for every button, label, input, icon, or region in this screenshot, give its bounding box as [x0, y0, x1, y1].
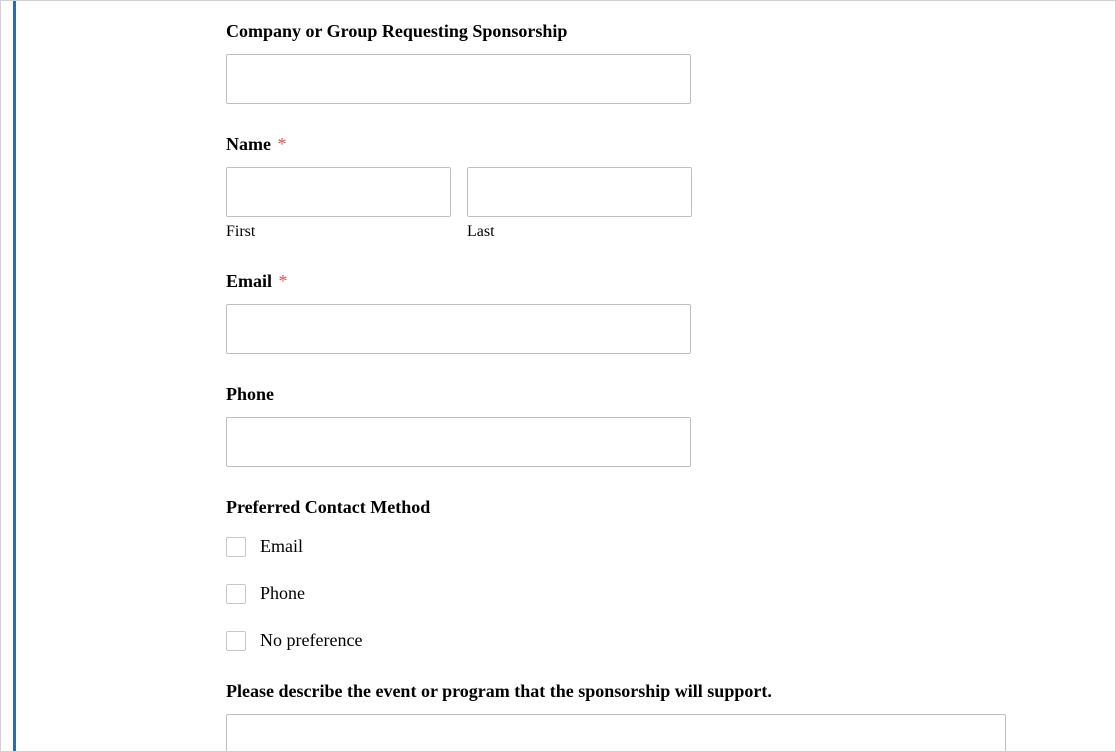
contact-option-email-label: Email — [260, 536, 303, 557]
company-field-group: Company or Group Requesting Sponsorship — [226, 21, 1075, 104]
describe-label: Please describe the event or program tha… — [226, 681, 1075, 702]
email-label: Email * — [226, 271, 1075, 292]
contact-option-email-row: Email — [226, 536, 1075, 557]
email-label-text: Email — [226, 271, 272, 291]
name-required-mark: * — [277, 134, 286, 154]
name-field-group: Name * First Last — [226, 134, 1075, 241]
company-input[interactable] — [226, 54, 691, 104]
form-container: Company or Group Requesting Sponsorship … — [0, 0, 1116, 752]
contact-option-nopref-row: No preference — [226, 630, 1075, 651]
first-name-col: First — [226, 167, 451, 241]
company-label: Company or Group Requesting Sponsorship — [226, 21, 1075, 42]
contact-method-label: Preferred Contact Method — [226, 497, 1075, 518]
last-name-input[interactable] — [467, 167, 692, 217]
first-name-sublabel: First — [226, 223, 451, 241]
phone-label: Phone — [226, 384, 1075, 405]
first-name-input[interactable] — [226, 167, 451, 217]
contact-option-phone-row: Phone — [226, 583, 1075, 604]
name-row: First Last — [226, 167, 1075, 241]
contact-option-nopref-label: No preference — [260, 630, 362, 651]
contact-option-phone-label: Phone — [260, 583, 305, 604]
contact-option-email-checkbox[interactable] — [226, 537, 246, 557]
contact-option-nopref-checkbox[interactable] — [226, 631, 246, 651]
name-label: Name * — [226, 134, 1075, 155]
last-name-col: Last — [467, 167, 692, 241]
describe-field-group: Please describe the event or program tha… — [226, 681, 1075, 752]
email-required-mark: * — [279, 271, 288, 291]
accent-stripe — [13, 1, 16, 751]
describe-input[interactable] — [226, 714, 1006, 752]
email-input[interactable] — [226, 304, 691, 354]
contact-method-options: Email Phone No preference — [226, 536, 1075, 651]
contact-method-field-group: Preferred Contact Method Email Phone No … — [226, 497, 1075, 651]
name-label-text: Name — [226, 134, 271, 154]
last-name-sublabel: Last — [467, 223, 692, 241]
form-content: Company or Group Requesting Sponsorship … — [1, 1, 1115, 752]
phone-input[interactable] — [226, 417, 691, 467]
contact-option-phone-checkbox[interactable] — [226, 584, 246, 604]
phone-field-group: Phone — [226, 384, 1075, 467]
email-field-group: Email * — [226, 271, 1075, 354]
